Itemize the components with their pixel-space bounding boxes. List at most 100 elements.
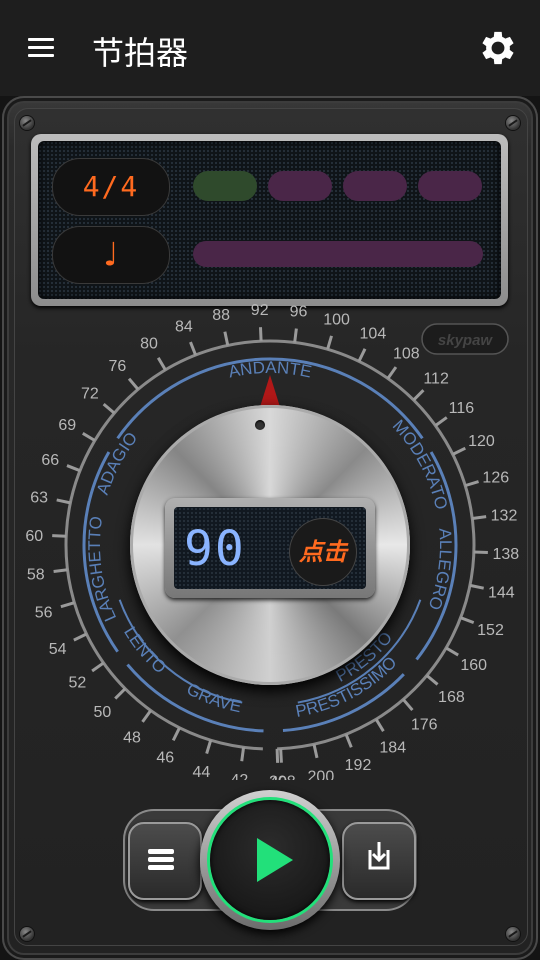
dial-tick [312,743,319,759]
dial-tick [412,389,425,402]
download-icon [368,842,390,870]
dial-tick [460,616,475,625]
dial-tick [223,331,230,346]
dial-tick [464,480,479,488]
dial-tick [452,446,466,456]
bpm-value: 90 [184,521,246,577]
dial-tick [326,335,333,350]
tempo-marking: ALLEGRO [424,528,455,613]
tempo-number: 56 [35,605,53,622]
tempo-number: 138 [493,546,520,563]
tempo-number: 42 [231,772,249,780]
tempo-number: 50 [94,704,112,721]
dial-tick [60,601,75,609]
dial-tick [127,377,140,391]
page-title: 节拍器 [92,34,189,72]
tempo-number: 76 [108,358,126,375]
dial-tick [156,357,167,371]
tempo-marking: GRAVE [184,679,244,716]
tempo-number: 100 [323,312,350,329]
tempo-number: 54 [49,641,67,658]
lcd-display: 4/4 ♩ [38,141,501,299]
dial-tick [171,727,181,742]
tempo-number: 88 [212,307,230,324]
control-bar [0,790,540,960]
app-bar: 节拍器 [0,0,540,96]
play-button[interactable] [210,800,330,920]
tempo-number: 120 [468,433,495,450]
tap-tempo-button[interactable]: 点击 [290,519,356,585]
dial-tick [279,748,283,763]
menu-icon[interactable] [26,36,56,60]
tempo-number: 192 [345,757,372,774]
tempo-marking: ADAGIO [93,429,141,497]
tempo-number: 63 [30,489,48,506]
tempo-number: 200 [308,768,335,780]
presets-button[interactable] [128,822,202,900]
dial-tick [472,515,487,520]
tempo-number: 104 [360,326,387,343]
dial-tick [293,328,298,343]
brand-logo: skypaw [438,332,494,349]
dial-tick [386,366,398,380]
dial-tick [357,348,367,363]
tap-tempo-label: 点击 [299,538,347,566]
tempo-number: 66 [41,452,59,469]
beat-indicator [268,171,332,201]
lcd-frame: 4/4 ♩ [31,134,508,306]
tempo-number: 58 [27,567,45,584]
tempo-pointer [260,375,280,407]
dial-tick [402,698,414,712]
play-icon [257,838,293,882]
tempo-number: 69 [58,417,76,434]
knob-indicator [255,420,265,430]
dial-tick [73,632,88,642]
note-value-button[interactable]: ♩ [52,226,170,284]
tempo-number: 46 [156,749,174,766]
tempo-marking: LARGHETTO [85,515,120,624]
dial-tick [374,718,385,732]
dial-tick [52,534,67,538]
tempo-number: 160 [460,657,487,674]
time-signature-button[interactable]: 4/4 [52,158,170,216]
dial-tick [82,432,96,442]
play-button-ring [200,790,340,930]
bpm-display: 90 点击 [174,507,366,589]
tempo-number: 112 [423,370,449,387]
dial-tick [91,661,105,673]
dial-tick [53,568,68,573]
tempo-number: 152 [477,622,504,639]
beat-indicator [193,171,257,201]
tempo-number: 72 [81,385,99,402]
quarter-note-icon: ♩ [99,235,123,275]
dial-tick [114,687,127,700]
save-button[interactable] [342,822,416,900]
tempo-number: 108 [393,345,420,362]
gear-icon[interactable] [476,26,520,70]
tempo-number: 48 [123,729,141,746]
time-signature-value: 4/4 [82,170,140,203]
dial-tick [445,646,459,657]
tempo-number: 176 [411,717,438,734]
screw [506,116,520,130]
dial-tick [258,327,263,342]
dial-tick [434,416,448,427]
dial-tick [205,739,213,755]
tempo-number: 184 [379,740,406,757]
tempo-number: 84 [175,318,193,335]
tempo-number: 92 [251,302,269,319]
beat-indicator [418,171,482,201]
beat-indicator [343,171,407,201]
dial-tick [66,464,81,473]
dial-tick [56,498,71,505]
tempo-number: 126 [482,469,509,486]
bpm-frame: 90 点击 [165,498,375,598]
dial-tick [425,674,439,686]
beat-progress-bar [193,241,483,267]
tempo-number: 168 [438,689,465,706]
list-icon [148,849,174,870]
tempo-number: 44 [193,764,211,780]
screw [20,116,34,130]
dial-tick [189,341,197,356]
tempo-number: 96 [290,304,308,321]
